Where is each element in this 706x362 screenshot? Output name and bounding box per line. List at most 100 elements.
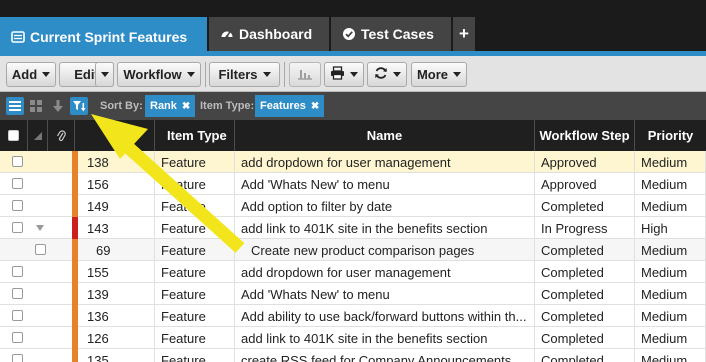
close-icon[interactable]: ✖ xyxy=(311,101,319,112)
close-icon[interactable]: ✖ xyxy=(182,101,190,112)
name-column-header[interactable]: Name xyxy=(235,120,535,151)
check-circle-icon xyxy=(342,27,356,41)
move-down-button[interactable] xyxy=(49,97,67,115)
table-row[interactable]: 156 Feature Add 'Whats New' to menu Approve… xyxy=(0,173,706,195)
name-cell[interactable]: add dropdown for user management xyxy=(235,261,535,283)
name-cell[interactable]: add link to 401K site in the benefits se… xyxy=(235,327,535,349)
workflow-button[interactable]: Workflow xyxy=(117,62,201,87)
attachment-column-header[interactable] xyxy=(48,120,75,151)
item-type-column-header[interactable]: Item Type xyxy=(155,120,235,151)
table-row[interactable]: 155 Feature add dropdown for user manageme… xyxy=(0,261,706,283)
more-button-label: More xyxy=(416,67,449,82)
refresh-button[interactable] xyxy=(367,62,407,87)
name-cell[interactable]: add dropdown for user management xyxy=(235,151,535,173)
item-type-value: Features xyxy=(260,100,306,112)
more-button[interactable]: More xyxy=(411,62,467,87)
priority-cell: Medium xyxy=(635,173,706,195)
id-cell: 155 xyxy=(78,261,155,283)
child-table-row[interactable]: 69 Feature Create new product comparison p… xyxy=(0,239,706,261)
priority-cell: High xyxy=(635,217,706,239)
name-cell[interactable]: Add 'Whats New' to menu xyxy=(235,283,535,305)
workflow-step-cell: Completed xyxy=(535,195,635,217)
workflow-step-cell: In Progress xyxy=(535,217,635,239)
item-type-cell: Feature xyxy=(155,327,235,349)
workflow-button-label: Workflow xyxy=(123,67,182,82)
select-all-header[interactable] xyxy=(0,120,28,151)
add-button[interactable]: Add xyxy=(6,62,56,87)
row-checkbox[interactable] xyxy=(12,266,23,277)
priority-column-header[interactable]: Priority xyxy=(635,120,706,151)
grid-body: 138 Feature add dropdown for user manageme… xyxy=(0,151,706,362)
name-cell[interactable]: Create new product comparison pages xyxy=(235,239,535,261)
row-checkbox[interactable] xyxy=(12,332,23,343)
row-checkbox[interactable] xyxy=(12,156,23,167)
id-cell: 69 xyxy=(78,239,155,261)
add-tab-button[interactable]: + xyxy=(453,17,475,51)
item-type-cell: Feature xyxy=(155,261,235,283)
select-all-checkbox[interactable] xyxy=(8,130,19,141)
table-row[interactable]: 143 Feature add link to 401K site in the b… xyxy=(0,217,706,239)
name-cell[interactable]: add link to 401K site in the benefits se… xyxy=(235,217,535,239)
print-button[interactable] xyxy=(324,62,364,87)
list-view-button[interactable] xyxy=(6,97,24,115)
list-icon xyxy=(11,30,25,44)
arrow-down-icon xyxy=(53,100,63,112)
name-cell[interactable]: Add option to filter by date xyxy=(235,195,535,217)
row-checkbox[interactable] xyxy=(35,244,46,255)
filter-sort-icon xyxy=(73,101,86,112)
name-cell[interactable]: create RSS feed for Company Announcement… xyxy=(235,349,535,362)
item-type-cell: Feature xyxy=(155,349,235,362)
edit-dropdown-button[interactable] xyxy=(95,62,114,87)
expand-toggle-icon[interactable] xyxy=(35,224,45,232)
sort-by-chip[interactable]: Rank ✖ xyxy=(145,95,196,117)
printer-icon xyxy=(330,66,345,83)
workflow-step-cell: Completed xyxy=(535,283,635,305)
item-type-cell: Feature xyxy=(155,173,235,195)
grid-header: Item Type Name Workflow Step Priority xyxy=(0,120,706,151)
chevron-down-icon xyxy=(350,72,358,77)
priority-cell: Medium xyxy=(635,151,706,173)
row-checkbox[interactable] xyxy=(12,310,23,321)
tab-dashboard[interactable]: Dashboard xyxy=(209,17,329,51)
workflow-step-cell: Completed xyxy=(535,239,635,261)
tab-label: Current Sprint Features xyxy=(30,28,188,45)
id-cell: 138 xyxy=(78,151,155,173)
priority-cell: Medium xyxy=(635,239,706,261)
item-type-chip[interactable]: Features ✖ xyxy=(255,95,325,117)
table-row[interactable]: 126 Feature add link to 401K site in the b… xyxy=(0,327,706,349)
id-cell: 156 xyxy=(78,173,155,195)
tab-test-cases[interactable]: Test Cases xyxy=(331,17,451,51)
name-cell[interactable]: Add 'Whats New' to menu xyxy=(235,173,535,195)
table-row[interactable]: 136 Feature Add ability to use back/forwar… xyxy=(0,305,706,327)
filter-sort-button[interactable] xyxy=(70,97,88,115)
table-row[interactable]: 138 Feature add dropdown for user manageme… xyxy=(0,151,706,173)
filters-button[interactable]: Filters xyxy=(209,62,280,87)
table-row[interactable]: 149 Feature Add option to filter by date Co… xyxy=(0,195,706,217)
chevron-down-icon xyxy=(392,72,401,77)
name-cell[interactable]: Add ability to use back/forward buttons … xyxy=(235,305,535,327)
toolbar-divider xyxy=(205,62,206,87)
chevron-down-icon xyxy=(42,72,51,77)
priority-cell: Medium xyxy=(635,349,706,362)
workflow-step-cell: Completed xyxy=(535,261,635,283)
item-type-cell: Feature xyxy=(155,217,235,239)
row-checkbox[interactable] xyxy=(12,288,23,299)
priority-cell: Medium xyxy=(635,195,706,217)
row-checkbox[interactable] xyxy=(12,200,23,211)
table-row[interactable]: 135 Feature create RSS feed for Company An… xyxy=(0,349,706,362)
row-checkbox[interactable] xyxy=(12,178,23,189)
refresh-icon xyxy=(374,66,388,83)
sort-by-value: Rank xyxy=(150,100,177,112)
priority-cell: Medium xyxy=(635,283,706,305)
row-checkbox[interactable] xyxy=(12,354,23,362)
chart-button[interactable] xyxy=(289,62,321,87)
id-cell: 135 xyxy=(78,349,155,362)
workflow-step-column-header[interactable]: Workflow Step xyxy=(535,120,635,151)
workflow-step-cell: Completed xyxy=(535,327,635,349)
tab-label: Dashboard xyxy=(239,26,313,42)
grid-view-button[interactable] xyxy=(27,97,45,115)
table-row[interactable]: 139 Feature Add 'Whats New' to menu Complet… xyxy=(0,283,706,305)
id-column-header[interactable] xyxy=(75,120,155,151)
row-checkbox[interactable] xyxy=(12,222,23,233)
list-view-icon xyxy=(9,101,21,111)
